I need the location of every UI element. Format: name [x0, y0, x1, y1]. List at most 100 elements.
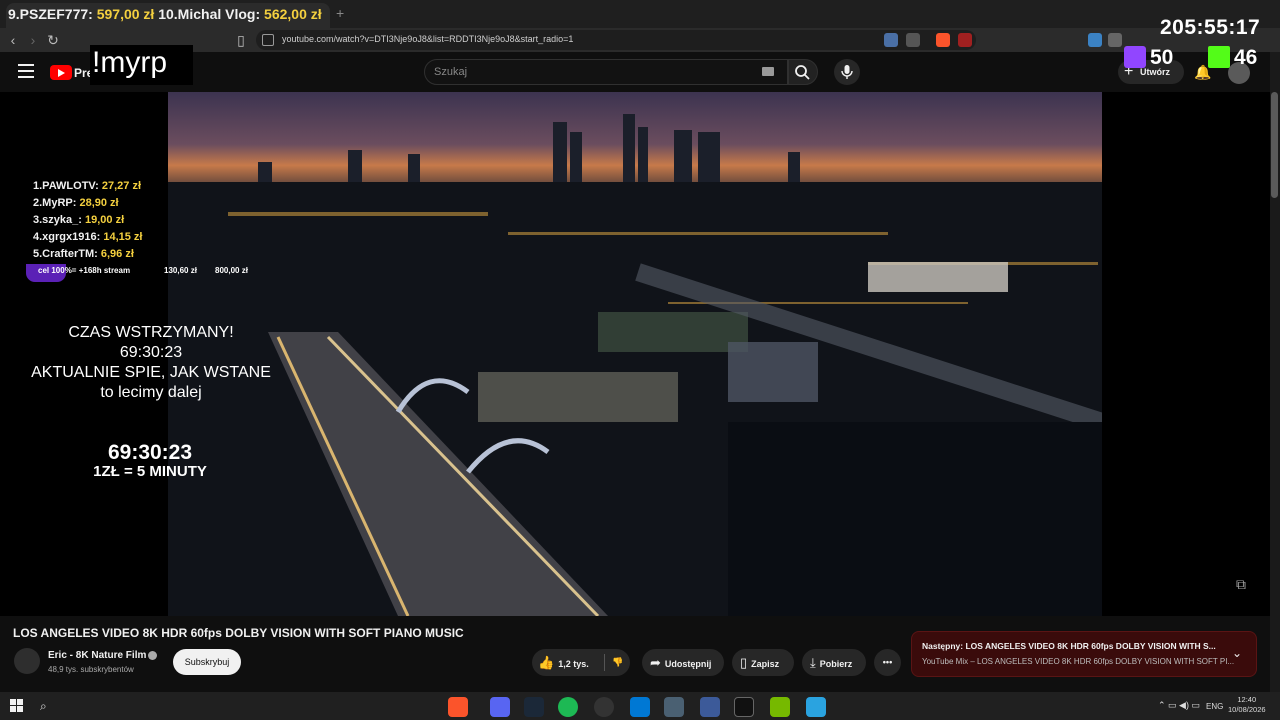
download-label: Pobierz — [819, 659, 853, 669]
donor-amount: 28,90 zł — [79, 197, 119, 209]
forward-icon[interactable]: › — [24, 31, 42, 49]
donor-amount: 19,00 zł — [85, 214, 125, 226]
like-button[interactable]: 👍 1,2 tys. — [538, 649, 596, 676]
subscribe-button[interactable]: Subskrybuj — [173, 649, 241, 675]
windows-start-icon[interactable] — [10, 699, 24, 713]
donor-name: 3.szyka_: — [33, 214, 82, 226]
new-tab-button[interactable]: + — [336, 4, 350, 22]
ticker-amount: 597,00 zł — [96, 6, 155, 22]
brave-rewards-icon[interactable] — [958, 33, 972, 47]
pause-line: to lecimy dalej — [100, 384, 202, 401]
language-indicator[interactable]: ENG — [1206, 702, 1223, 711]
donor-leaderboard: 1.PAWLOTV: 27,27 zł 2.MyRP: 28,90 zł 3.s… — [33, 178, 142, 263]
city-skyline-image — [168, 114, 1102, 616]
divider — [604, 654, 605, 671]
chevron-down-icon[interactable]: ⌄ — [1232, 646, 1242, 660]
video-frame[interactable] — [168, 92, 1102, 616]
list-item: 3.szyka_: 19,00 zł — [33, 212, 142, 229]
pause-line: AKTUALNIE SPIE, JAK WSTANE — [31, 364, 271, 381]
ticker-name: 9.PSZEF777: — [8, 6, 93, 22]
dislike-button[interactable]: 👎 — [606, 649, 630, 676]
site-info-icon[interactable] — [262, 34, 274, 46]
video-title: LOS ANGELES VIDEO 8K HDR 60fps DOLBY VIS… — [13, 626, 464, 640]
telegram-icon[interactable] — [806, 697, 826, 717]
channel-avatar[interactable] — [14, 648, 40, 674]
subscriber-count: 48,9 tys. subskrybentów — [48, 665, 134, 674]
save-label: Zapisz — [751, 659, 780, 669]
thumbs-up-icon: 👍 — [538, 655, 555, 670]
twitch-viewer-count: 50 — [1150, 46, 1174, 69]
bookmark-icon[interactable]: ▯ — [232, 31, 250, 49]
url-text[interactable]: youtube.com/watch?v=DTI3Nje9oJ8&list=RDD… — [282, 34, 573, 44]
spotify-icon[interactable] — [558, 697, 578, 717]
ticker-amount: 562,00 zł — [264, 6, 322, 22]
brave-shields-icon[interactable] — [936, 33, 950, 47]
scrollbar-thumb[interactable] — [1271, 92, 1278, 198]
up-next-card[interactable] — [911, 631, 1257, 677]
list-item: 1.PAWLOTV: 27,27 zł — [33, 178, 142, 195]
play-icon — [58, 69, 65, 77]
extension-icon[interactable] — [1088, 33, 1102, 47]
search-icon — [795, 65, 810, 80]
reload-icon[interactable]: ↻ — [44, 31, 62, 49]
donor-amount: 14,15 zł — [103, 231, 143, 243]
obs-icon[interactable] — [594, 697, 614, 717]
stream-clock: 205:55:17 — [1160, 16, 1261, 39]
donor-name: 5.CrafterTM: — [33, 248, 98, 260]
search-taskbar-icon[interactable]: ⌕ — [40, 699, 47, 714]
app-icon[interactable] — [664, 697, 684, 717]
cast-icon[interactable] — [906, 33, 920, 47]
twitch-icon — [1124, 46, 1146, 68]
list-item: 5.CrafterTM: 6,96 zł — [33, 246, 142, 263]
share-button[interactable]: ➦ Udostępnij — [642, 649, 724, 676]
more-actions-button[interactable]: ••• — [874, 649, 901, 676]
verified-icon — [148, 651, 157, 660]
discord-icon[interactable] — [490, 697, 510, 717]
subathon-timer: 69:30:23 — [107, 441, 193, 464]
share-label: Udostępnij — [664, 659, 712, 669]
up-next-subtitle: YouTube Mix – LOS ANGELES VIDEO 8K HDR 6… — [922, 657, 1235, 666]
share-icon: ➦ — [650, 655, 661, 670]
kick-viewer-count: 46 — [1234, 46, 1258, 69]
goal-target: 800,00 zł — [215, 266, 248, 275]
pause-notice: CZAS WSTRZYMANY! 69:30:23 AKTUALNIE SPIE… — [20, 323, 282, 403]
microphone-icon — [841, 65, 853, 79]
search-input[interactable] — [424, 59, 788, 85]
goal-current: 130,60 zł — [164, 266, 197, 275]
pause-line: CZAS WSTRZYMANY! — [68, 324, 234, 341]
command-overlay: !myrp — [92, 46, 167, 79]
goal-label: cel 100%= +168h stream — [38, 266, 131, 275]
voice-search-button[interactable] — [834, 59, 860, 85]
donor-name: 1.PAWLOTV: — [33, 180, 99, 192]
system-tray-icons[interactable]: ⌃ ▭ ◀) ▭ — [1158, 700, 1200, 711]
app-icon[interactable] — [700, 697, 720, 717]
ticker-name: 10.Michal Vlog: — [158, 6, 261, 22]
search-button[interactable] — [788, 59, 818, 85]
taskbar-clock[interactable]: 12:40 10/08/2026 — [1228, 695, 1266, 715]
kick-icon — [1208, 46, 1230, 68]
vscode-icon[interactable] — [630, 697, 650, 717]
channel-name[interactable]: Eric - 8K Nature Film — [48, 650, 146, 661]
download-icon: ⤓ — [810, 655, 816, 670]
keyboard-icon[interactable] — [762, 67, 774, 76]
back-icon[interactable]: ‹ — [4, 31, 22, 49]
steam-icon[interactable] — [524, 697, 544, 717]
save-button[interactable]: ▯ Zapisz — [732, 649, 794, 676]
search-placeholder: Szukaj — [434, 66, 468, 78]
donor-amount: 6,96 zł — [100, 248, 134, 260]
donor-amount: 27,27 zł — [101, 180, 142, 192]
brave-browser-icon[interactable] — [448, 697, 468, 717]
menu-icon[interactable] — [18, 64, 34, 78]
clock-date: 10/08/2026 — [1228, 705, 1266, 714]
clock-time: 12:40 — [1237, 695, 1257, 704]
save-icon: ▯ — [740, 655, 748, 670]
video-overlay-icon[interactable]: ⧉ — [1236, 576, 1256, 596]
download-button[interactable]: ⤓ Pobierz — [802, 649, 866, 676]
like-count: 1,2 tys. — [558, 659, 589, 669]
terminal-icon[interactable] — [734, 697, 754, 717]
up-next-title[interactable]: Następny: LOS ANGELES VIDEO 8K HDR 60fps… — [922, 641, 1216, 651]
nvidia-icon[interactable] — [770, 697, 790, 717]
translate-icon[interactable] — [884, 33, 898, 47]
list-item: 2.MyRP: 28,90 zł — [33, 195, 142, 212]
extensions-puzzle-icon[interactable] — [1108, 33, 1122, 47]
